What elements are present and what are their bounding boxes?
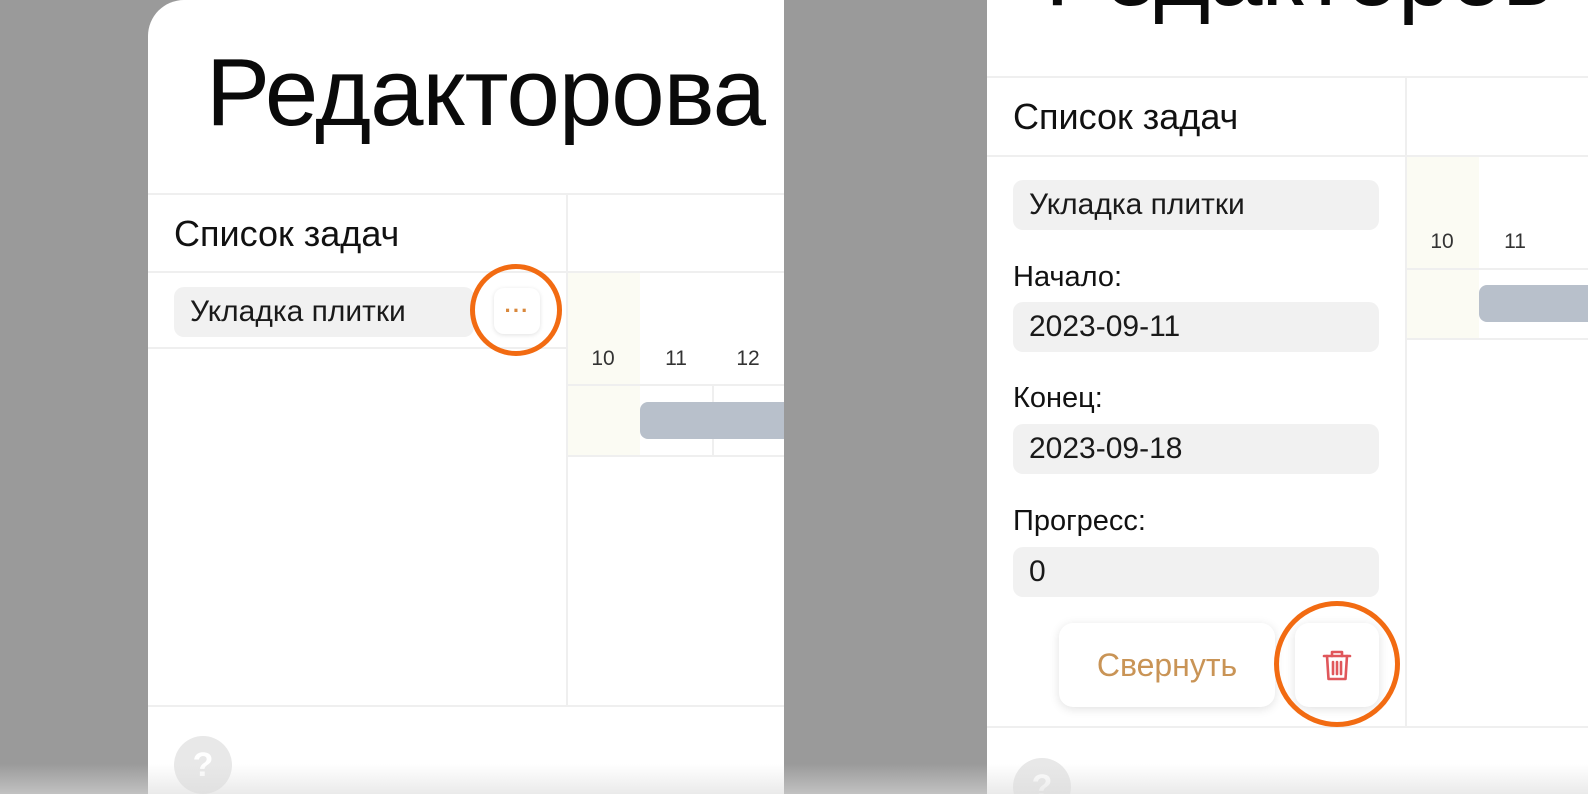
task-list-title: Список задач xyxy=(174,213,400,254)
divider xyxy=(987,155,1588,157)
divider xyxy=(568,455,784,457)
divider xyxy=(568,384,784,386)
divider xyxy=(1407,268,1588,270)
left-panel: Редакторова Список задач Укладка плитки … xyxy=(0,0,784,794)
day-label: 12 xyxy=(736,347,760,370)
task-bar[interactable] xyxy=(1479,285,1588,322)
day-label: 10 xyxy=(1430,230,1454,253)
end-label: Конец: xyxy=(1013,382,1103,414)
task-name[interactable]: Укладка плитки xyxy=(174,287,474,337)
day-label: 11 xyxy=(1504,230,1526,253)
day-label: 11 xyxy=(665,347,687,370)
day-label: 10 xyxy=(591,347,615,370)
page-title: Редакторов xyxy=(1045,0,1554,28)
task-bar[interactable] xyxy=(640,402,784,439)
start-date-input[interactable]: 2023-09-11 xyxy=(1013,302,1379,352)
task-name-input[interactable]: Укладка плитки xyxy=(1013,180,1379,230)
divider xyxy=(987,76,1588,78)
progress-label: Прогресс: xyxy=(1013,505,1146,537)
highlight-ring xyxy=(1274,601,1400,727)
right-panel: Редакторов Список задач Укладка плитки Н… xyxy=(784,0,1588,794)
highlight-ring xyxy=(470,264,562,356)
divider xyxy=(1407,338,1588,340)
bottom-shadow xyxy=(784,764,1588,794)
editor-card: Редакторова Список задач Укладка плитки … xyxy=(148,0,784,794)
divider xyxy=(148,705,784,707)
end-date-input[interactable]: 2023-09-18 xyxy=(1013,424,1379,474)
divider xyxy=(148,271,784,273)
task-list-title: Список задач xyxy=(1013,96,1239,137)
progress-input[interactable]: 0 xyxy=(1013,547,1379,597)
start-label: Начало: xyxy=(1013,261,1123,293)
collapse-button[interactable]: Свернуть xyxy=(1059,623,1275,707)
page-title: Редакторова xyxy=(206,39,766,146)
divider xyxy=(148,193,784,195)
bottom-shadow xyxy=(0,764,784,794)
divider xyxy=(987,726,1588,728)
